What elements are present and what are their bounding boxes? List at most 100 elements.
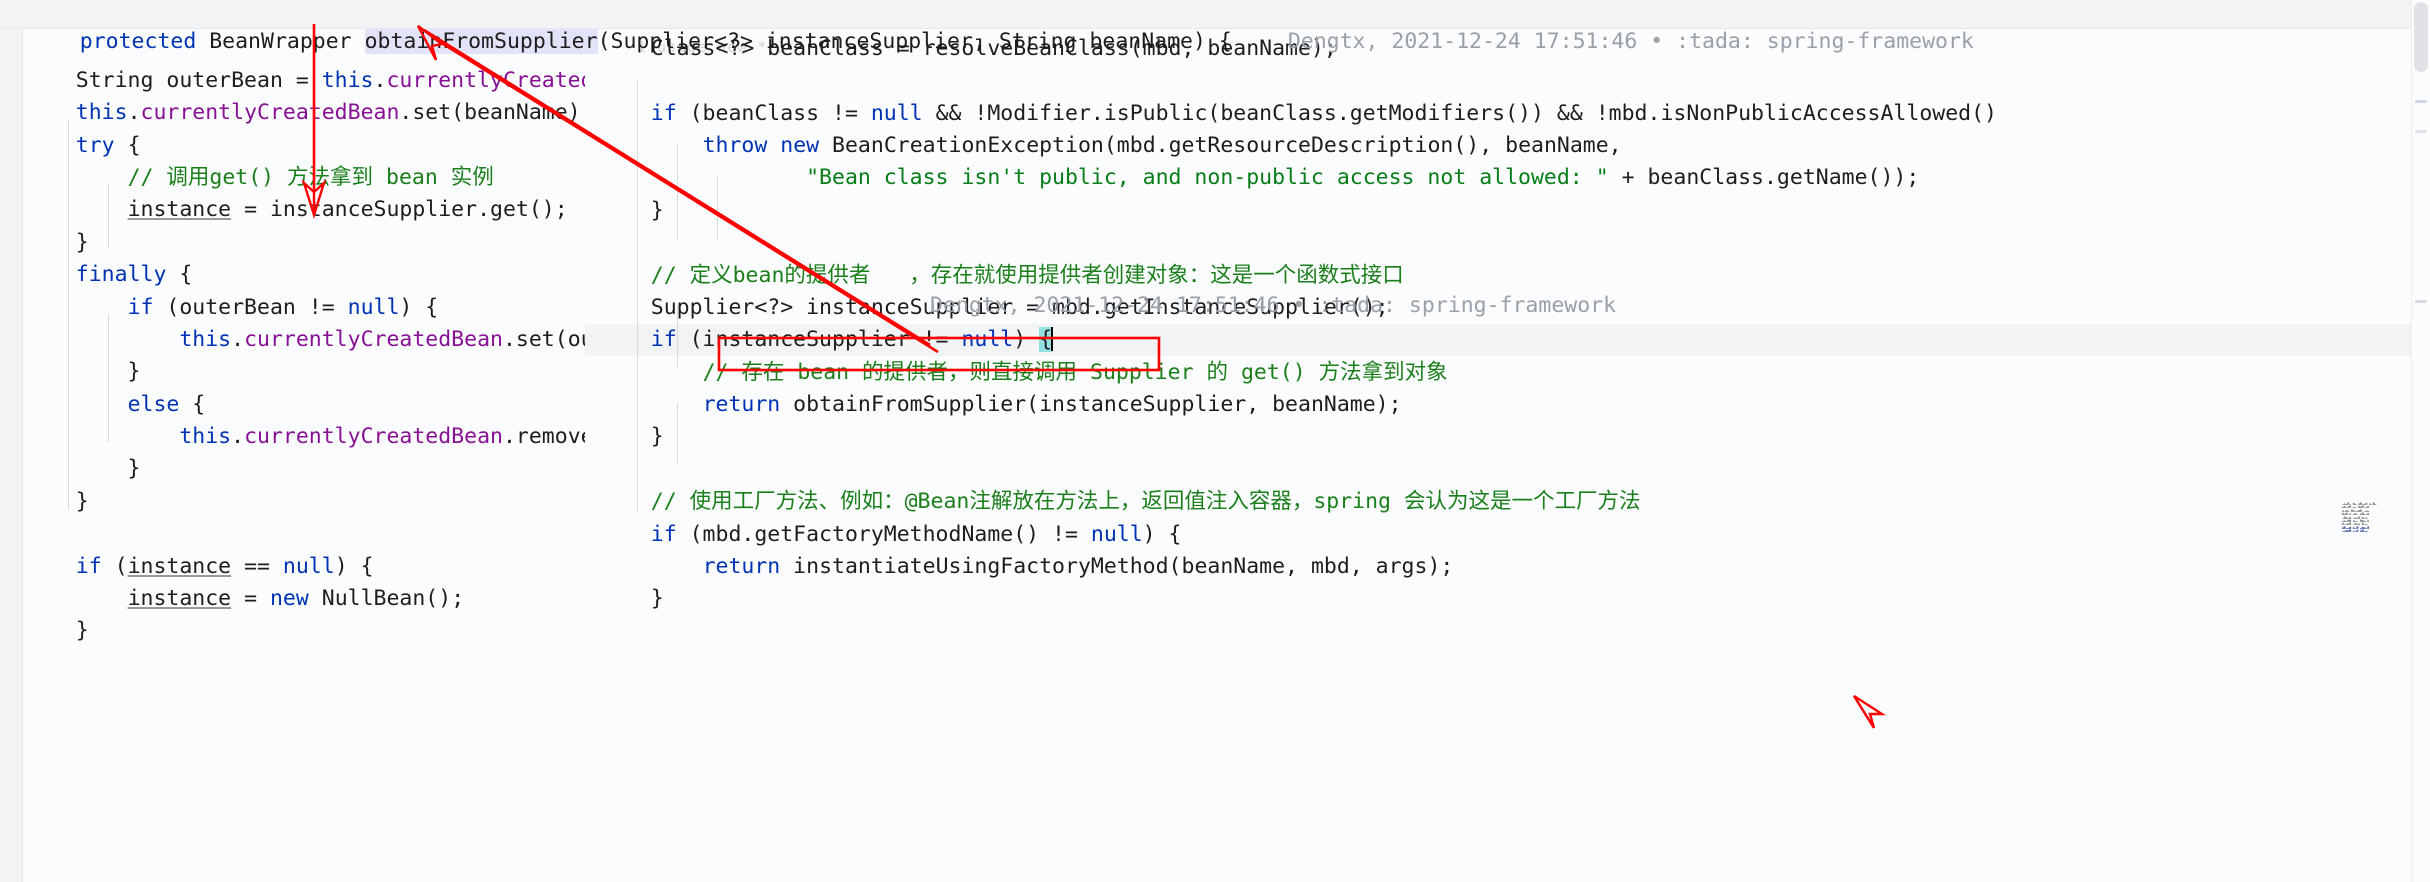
code-line[interactable]: if (mbd.getFactoryMethodName() != null) …	[599, 519, 1997, 551]
code-token: instance	[127, 197, 232, 223]
code-token: currentlyCreatedBean	[244, 424, 503, 450]
code-token: instance	[127, 586, 232, 612]
code-token: null	[347, 294, 400, 320]
code-token: }	[24, 618, 89, 644]
sticky-return-type: BeanWrapper	[196, 29, 365, 54]
sticky-vcs-blame: Dengtx, 2021-12-24 17:51:46 • :tada: spr…	[1287, 29, 1974, 54]
code-line[interactable]: throw new BeanCreationException(mbd.getR…	[599, 130, 1997, 162]
code-token: ) {	[399, 294, 439, 320]
code-token: instantiateUsingFactoryMethod(beanName, …	[780, 554, 1454, 580]
code-line[interactable]: }	[599, 583, 1997, 615]
code-token: new	[269, 586, 309, 612]
code-line[interactable]: if (instanceSupplier != null) {	[599, 324, 1997, 356]
code-token: currentlyCreatedBean	[386, 67, 585, 93]
vertical-scrollbar[interactable]	[2411, 0, 2430, 882]
code-token: null	[870, 100, 923, 126]
code-line[interactable]: }	[599, 195, 1997, 227]
code-token: // 存在 bean 的提供者，则直接调用 Supplier 的 get() 方…	[702, 359, 1448, 385]
code-token: instance	[127, 553, 232, 579]
sticky-method-header: protected BeanWrapper obtainFromSupplier…	[0, 0, 2430, 54]
code-line[interactable]: }	[24, 453, 585, 485]
sticky-method-name[interactable]: obtainFromSupplier	[364, 29, 598, 54]
code-line[interactable]: try {	[24, 130, 585, 162]
code-line[interactable]: }	[599, 421, 1997, 453]
code-token: + beanClass.getName());	[1608, 165, 1920, 191]
right-code-text[interactable]: protected BeanWrapper createBeanInstance…	[599, 28, 1997, 616]
scrollbar-thumb[interactable]	[2414, 2, 2428, 72]
code-line[interactable]	[599, 65, 1997, 97]
code-token: NullBean();	[308, 586, 465, 612]
code-token: if	[650, 100, 677, 126]
code-token: this	[321, 67, 374, 93]
code-token: (instanceSupplier !=	[676, 327, 962, 353]
left-editor-pane[interactable]: Object instance; String outerBean = this…	[0, 28, 585, 882]
code-token: null	[282, 553, 335, 579]
code-token: (outerBean !=	[153, 294, 348, 320]
code-line[interactable]: this.currentlyCreatedBean.set(beanName);	[24, 97, 585, 129]
code-line[interactable]: // 定义bean的提供者 ，存在就使用提供者创建对象：这是一个函数式接口	[599, 260, 1997, 292]
code-line[interactable]: return obtainFromSupplier(instanceSuppli…	[599, 389, 1997, 421]
code-token: else	[127, 391, 180, 417]
code-line[interactable]: // 使用工厂方法、例如：@Bean注解放在方法上，返回值注入容器，spring…	[599, 486, 1997, 518]
code-token: }	[599, 424, 664, 450]
code-token: obtainFromSupplier(instanceSupplier, bea…	[780, 392, 1402, 418]
code-line[interactable]	[599, 227, 1997, 259]
code-line[interactable]: return instantiateUsingFactoryMethod(bea…	[599, 551, 1997, 583]
code-line[interactable]	[24, 518, 585, 550]
code-editor-window[interactable]: protected BeanWrapper obtainFromSupplier…	[0, 0, 2430, 882]
code-line[interactable]: String outerBean = this.currentlyCreated…	[24, 65, 585, 97]
code-line[interactable]	[599, 454, 1997, 486]
code-line[interactable]: }	[24, 615, 585, 647]
code-token: (beanClass !=	[676, 100, 871, 126]
code-token: this	[179, 326, 232, 352]
code-line[interactable]: finally {	[24, 259, 585, 291]
code-line[interactable]: }	[24, 486, 585, 518]
left-gutter[interactable]	[0, 28, 23, 882]
inline-vcs-blame: Dengtx, 2021-12-24 17:51:46 • :tada: spr…	[930, 293, 1617, 318]
code-token: {	[166, 262, 193, 288]
code-token: ) {	[1142, 521, 1182, 547]
code-line[interactable]: if (instance == null) {	[24, 551, 585, 583]
code-token: = instanceSupplier.get();	[231, 197, 568, 223]
code-token: "Bean class isn't public, and non-public…	[806, 165, 1609, 191]
code-token: currentlyCreatedBean	[140, 100, 400, 126]
code-token: =	[231, 586, 270, 612]
code-token: .set(outerBean);	[502, 326, 585, 352]
code-token: && !Modifier.isPublic(beanClass.getModif…	[922, 100, 1997, 126]
code-token: (	[101, 553, 128, 579]
code-token: .set(beanName);	[399, 100, 585, 126]
code-line[interactable]: if (beanClass != null && !Modifier.isPub…	[599, 98, 1997, 130]
sticky-params: (Supplier<?> instanceSupplier, String be…	[597, 29, 1232, 54]
code-token: currentlyCreatedBean	[244, 326, 503, 352]
code-token: // 调用get() 方法拿到 bean 实例	[127, 164, 494, 190]
code-line[interactable]: // 存在 bean 的提供者，则直接调用 Supplier 的 get() 方…	[599, 357, 1997, 389]
code-line[interactable]: "Bean class isn't public, and non-public…	[599, 162, 1997, 194]
code-line[interactable]: instance = new NullBean();	[24, 583, 585, 615]
code-token: null	[961, 327, 1014, 353]
code-token: }	[24, 359, 141, 385]
right-editor-pane[interactable]: 1 usage new * 1 protected BeanWrapper cr…	[585, 28, 2412, 882]
code-token: )	[1013, 327, 1040, 353]
code-token: finally	[75, 262, 167, 288]
code-token: throw	[702, 132, 768, 158]
code-token: return	[702, 392, 781, 418]
code-token: }	[24, 456, 141, 482]
code-token: .remove();	[502, 424, 585, 450]
code-token: try	[75, 132, 115, 158]
code-token: }	[24, 229, 89, 255]
code-token: }	[599, 197, 664, 223]
code-token: this	[75, 100, 128, 126]
